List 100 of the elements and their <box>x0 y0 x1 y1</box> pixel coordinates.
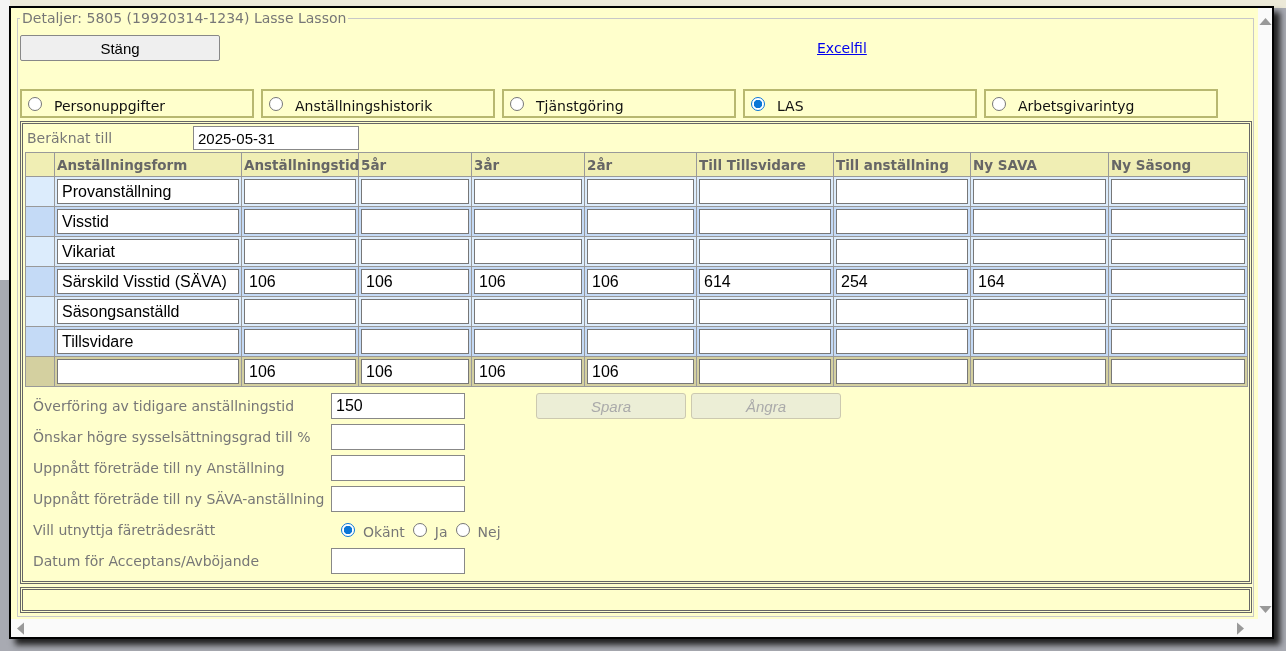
table-input-field[interactable] <box>244 329 356 354</box>
table-input-field[interactable] <box>699 209 831 234</box>
table-input-field[interactable]: Vikariat <box>57 239 239 264</box>
field-label: Vill utnyttja färeträdesrätt <box>33 522 217 538</box>
table-input-field[interactable] <box>587 179 694 204</box>
table-input-field[interactable] <box>699 329 831 354</box>
table-input-field[interactable]: Särskild Visstid (SÄVA) <box>57 269 239 294</box>
table-input-field[interactable]: Provanställning <box>57 179 239 204</box>
radio-button[interactable] <box>751 96 765 111</box>
radio-button[interactable] <box>510 96 524 111</box>
table-input-field[interactable] <box>836 179 968 204</box>
tab-label: Arbetsgivarintyg <box>1018 97 1135 114</box>
table-input-field[interactable] <box>587 209 694 234</box>
table-input-field[interactable] <box>244 179 356 204</box>
table-input-field[interactable]: 106 <box>587 359 694 384</box>
table-input-field[interactable]: 164 <box>973 269 1106 294</box>
table-input-field[interactable] <box>1111 209 1245 234</box>
table-input-field[interactable] <box>836 239 968 264</box>
table-input-field[interactable] <box>361 209 469 234</box>
scroll-left-icon[interactable] <box>17 621 24 635</box>
input-field[interactable] <box>331 486 465 512</box>
table-input-field[interactable]: 106 <box>474 359 582 384</box>
table-input-field[interactable]: 106 <box>244 359 356 384</box>
table-input-field[interactable] <box>244 209 356 234</box>
table-input-field[interactable] <box>244 299 356 324</box>
table-input-field[interactable] <box>973 179 1106 204</box>
column-header: 2år <box>585 153 697 177</box>
table-input-field[interactable] <box>361 299 469 324</box>
table-input-field[interactable]: 106 <box>474 269 582 294</box>
table-input-field[interactable] <box>699 179 831 204</box>
radio-button[interactable] <box>455 523 470 537</box>
radio-button[interactable] <box>269 96 283 111</box>
table-input-field[interactable] <box>361 329 469 354</box>
table-input-field[interactable] <box>1111 179 1245 204</box>
input-field[interactable]: 150 <box>331 393 465 419</box>
close-button[interactable]: Stäng <box>20 35 220 61</box>
excel-link[interactable]: Excelfil <box>817 40 867 56</box>
table-input-field[interactable] <box>973 239 1106 264</box>
table-input-field[interactable] <box>699 359 831 384</box>
tab[interactable]: Anställningshistorik <box>261 89 495 118</box>
table-input-field[interactable] <box>1111 329 1245 354</box>
table-input-field[interactable] <box>474 299 582 324</box>
table-input-field[interactable] <box>836 209 968 234</box>
row-selector[interactable] <box>26 297 55 327</box>
table-input-field[interactable] <box>1111 239 1245 264</box>
scroll-down-icon[interactable] <box>1258 606 1272 613</box>
row-selector[interactable] <box>26 237 55 267</box>
column-header: Ny SAVA <box>971 153 1109 177</box>
vertical-scrollbar[interactable] <box>1258 8 1272 619</box>
table-input-field[interactable]: 106 <box>587 269 694 294</box>
table-input-field[interactable] <box>973 299 1106 324</box>
table-input-field[interactable] <box>836 359 968 384</box>
input-field[interactable] <box>331 455 465 481</box>
table-input-field[interactable] <box>1111 359 1245 384</box>
input-field[interactable] <box>331 424 465 450</box>
table-input-field[interactable] <box>973 359 1106 384</box>
table-input-field[interactable] <box>973 209 1106 234</box>
tab-label: Tjänstgöring <box>536 97 624 114</box>
table-input-field[interactable] <box>474 329 582 354</box>
table-input-field[interactable]: 106 <box>244 269 356 294</box>
column-header: Ny Säsong <box>1109 153 1248 177</box>
table-input-field[interactable] <box>836 299 968 324</box>
row-selector[interactable] <box>26 177 55 207</box>
table-input-field[interactable] <box>474 179 582 204</box>
table-input-field[interactable] <box>973 329 1106 354</box>
table-input-field[interactable] <box>361 179 469 204</box>
date-input-field[interactable]: 2025-05-31 <box>193 126 359 150</box>
table-input-field[interactable] <box>474 239 582 264</box>
table-input-field[interactable]: 106 <box>361 359 469 384</box>
tab-label: Personuppgifter <box>54 97 165 114</box>
radio-button[interactable] <box>341 523 355 537</box>
table-input-field[interactable]: 614 <box>699 269 831 294</box>
table-input-field[interactable] <box>699 299 831 324</box>
table-input-field[interactable] <box>1111 269 1245 294</box>
table-input-field[interactable] <box>361 239 469 264</box>
table-input-field[interactable]: Säsongsanställd <box>57 299 239 324</box>
column-header: Anställningstid <box>242 153 359 177</box>
table-input-field[interactable] <box>587 299 694 324</box>
scroll-up-icon[interactable] <box>1258 18 1272 25</box>
tab[interactable]: Personuppgifter <box>20 89 254 118</box>
radio-button[interactable] <box>992 96 1006 111</box>
table-input-field[interactable]: 254 <box>836 269 968 294</box>
tab[interactable]: LAS <box>743 89 977 118</box>
tab[interactable]: Tjänstgöring <box>502 89 736 118</box>
table-input-field[interactable] <box>836 329 968 354</box>
table-input-field[interactable] <box>57 359 239 384</box>
table-input-field[interactable] <box>587 239 694 264</box>
table-input-field[interactable] <box>244 239 356 264</box>
radio-button[interactable] <box>28 96 42 111</box>
table-input-field[interactable] <box>1111 299 1245 324</box>
tab[interactable]: Arbetsgivarintyg <box>984 89 1218 118</box>
table-input-field[interactable]: Visstid <box>57 209 239 234</box>
table-input-field[interactable] <box>474 209 582 234</box>
table-input-field[interactable] <box>587 329 694 354</box>
scroll-right-icon[interactable] <box>1237 621 1244 635</box>
table-input-field[interactable] <box>699 239 831 264</box>
table-input-field[interactable]: 106 <box>361 269 469 294</box>
table-input-field[interactable]: Tillsvidare <box>57 329 239 354</box>
radio-button[interactable] <box>412 523 427 537</box>
input-field[interactable] <box>331 548 465 574</box>
